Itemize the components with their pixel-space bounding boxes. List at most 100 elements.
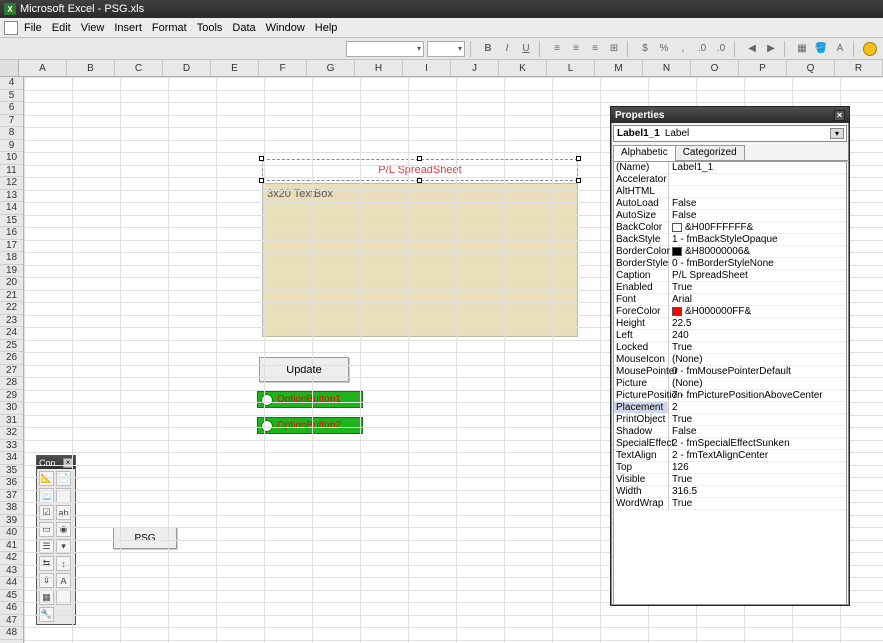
row-header-12[interactable]: 12 — [0, 177, 23, 190]
row-header-44[interactable]: 44 — [0, 577, 23, 590]
menu-insert[interactable]: Insert — [114, 22, 142, 34]
property-value[interactable] — [669, 174, 846, 186]
underline-button[interactable]: U — [518, 41, 534, 57]
property-value[interactable]: 316.5 — [669, 486, 846, 498]
row-header-40[interactable]: 40 — [0, 527, 23, 540]
row-header-9[interactable]: 9 — [0, 140, 23, 153]
col-header-N[interactable]: N — [643, 60, 691, 76]
property-value[interactable]: (None) — [669, 354, 846, 366]
col-header-L[interactable]: L — [547, 60, 595, 76]
col-header-J[interactable]: J — [451, 60, 499, 76]
row-header-29[interactable]: 29 — [0, 390, 23, 403]
property-value[interactable] — [669, 186, 846, 198]
col-header-B[interactable]: B — [67, 60, 115, 76]
property-value[interactable]: &H80000006& — [669, 246, 846, 258]
fontsize-dropdown[interactable] — [427, 41, 465, 57]
property-row[interactable]: Height22.5 — [614, 318, 846, 330]
italic-button[interactable]: I — [499, 41, 515, 57]
scrollbar-icon[interactable]: ⇕ — [39, 573, 54, 588]
row-header-22[interactable]: 22 — [0, 302, 23, 315]
property-value[interactable]: Label1_1 — [669, 162, 846, 174]
row-header-42[interactable]: 42 — [0, 552, 23, 565]
row-header-6[interactable]: 6 — [0, 102, 23, 115]
row-header-18[interactable]: 18 — [0, 252, 23, 265]
property-row[interactable]: Placement2 — [614, 402, 846, 414]
row-header-4[interactable]: 4 — [0, 77, 23, 90]
col-header-A[interactable]: A — [19, 60, 67, 76]
menu-file[interactable]: File — [24, 22, 42, 34]
property-value[interactable]: True — [669, 414, 846, 426]
property-row[interactable]: AutoLoadFalse — [614, 198, 846, 210]
row-header-7[interactable]: 7 — [0, 115, 23, 128]
row-header-30[interactable]: 30 — [0, 402, 23, 415]
resize-handle-n[interactable] — [417, 156, 422, 161]
row-header-28[interactable]: 28 — [0, 377, 23, 390]
row-header-47[interactable]: 47 — [0, 615, 23, 628]
menu-window[interactable]: Window — [266, 22, 305, 34]
property-value[interactable]: True — [669, 282, 846, 294]
row-header-5[interactable]: 5 — [0, 90, 23, 103]
options-button[interactable] — [863, 42, 877, 56]
comma-button[interactable]: , — [675, 41, 691, 57]
row-header-13[interactable]: 13 — [0, 190, 23, 203]
row-header-25[interactable]: 25 — [0, 340, 23, 353]
property-value[interactable]: 7 - fmPicturePositionAboveCenter — [669, 390, 846, 402]
tab-alphabetic[interactable]: Alphabetic — [613, 145, 676, 161]
property-row[interactable]: ShadowFalse — [614, 426, 846, 438]
row-header-26[interactable]: 26 — [0, 352, 23, 365]
property-value[interactable]: &H000000FF& — [669, 306, 846, 318]
align-right-button[interactable]: ≡ — [587, 41, 603, 57]
col-header-M[interactable]: M — [595, 60, 643, 76]
menu-help[interactable]: Help — [315, 22, 338, 34]
col-header-E[interactable]: E — [211, 60, 259, 76]
row-header-20[interactable]: 20 — [0, 277, 23, 290]
row-header-24[interactable]: 24 — [0, 327, 23, 340]
decrease-decimal-button[interactable]: .0 — [713, 41, 729, 57]
row-header-35[interactable]: 35 — [0, 465, 23, 478]
property-row[interactable]: BorderStyle0 - fmBorderStyleNone — [614, 258, 846, 270]
property-row[interactable]: PrintObjectTrue — [614, 414, 846, 426]
row-header-10[interactable]: 10 — [0, 152, 23, 165]
property-row[interactable]: Width316.5 — [614, 486, 846, 498]
col-header-I[interactable]: I — [403, 60, 451, 76]
property-row[interactable]: TextAlign2 - fmTextAlignCenter — [614, 450, 846, 462]
property-value[interactable]: 0 - fmBorderStyleNone — [669, 258, 846, 270]
checkbox-icon[interactable]: ☑ — [39, 505, 54, 520]
property-value[interactable]: 240 — [669, 330, 846, 342]
row-header-46[interactable]: 46 — [0, 602, 23, 615]
row-header-38[interactable]: 38 — [0, 502, 23, 515]
col-header-K[interactable]: K — [499, 60, 547, 76]
property-row[interactable]: BorderColor&H80000006& — [614, 246, 846, 258]
property-value[interactable]: Arial — [669, 294, 846, 306]
property-row[interactable]: BackColor&H00FFFFFF& — [614, 222, 846, 234]
property-row[interactable]: Accelerator — [614, 174, 846, 186]
resize-handle-ne[interactable] — [576, 156, 581, 161]
properties-object-selector[interactable]: Label1_1 Label — [613, 125, 847, 142]
row-header-41[interactable]: 41 — [0, 540, 23, 553]
row-header-37[interactable]: 37 — [0, 490, 23, 503]
property-value[interactable]: 1 - fmBackStyleOpaque — [669, 234, 846, 246]
property-value[interactable]: 2 - fmSpecialEffectSunken — [669, 438, 846, 450]
row-header-15[interactable]: 15 — [0, 215, 23, 228]
row-header-31[interactable]: 31 — [0, 415, 23, 428]
row-header-34[interactable]: 34 — [0, 452, 23, 465]
col-header-H[interactable]: H — [355, 60, 403, 76]
row-header-21[interactable]: 21 — [0, 290, 23, 303]
property-row[interactable]: Picture(None) — [614, 378, 846, 390]
row-header-48[interactable]: 48 — [0, 627, 23, 640]
col-header-D[interactable]: D — [163, 60, 211, 76]
property-row[interactable]: LockedTrue — [614, 342, 846, 354]
toolbox-titlebar[interactable]: Con × — [37, 456, 75, 469]
property-row[interactable]: WordWrapTrue — [614, 498, 846, 510]
command-button-icon[interactable]: ▭ — [39, 522, 54, 537]
menu-tools[interactable]: Tools — [197, 22, 223, 34]
property-value[interactable]: 22.5 — [669, 318, 846, 330]
row-header-16[interactable]: 16 — [0, 227, 23, 240]
col-header-O[interactable]: O — [691, 60, 739, 76]
col-header-C[interactable]: C — [115, 60, 163, 76]
col-header-P[interactable]: P — [739, 60, 787, 76]
properties-panel[interactable]: Properties × Label1_1 Label Alphabetic C… — [610, 106, 850, 606]
tab-categorized[interactable]: Categorized — [675, 145, 745, 161]
property-row[interactable]: EnabledTrue — [614, 282, 846, 294]
property-value[interactable]: 2 — [669, 402, 846, 414]
